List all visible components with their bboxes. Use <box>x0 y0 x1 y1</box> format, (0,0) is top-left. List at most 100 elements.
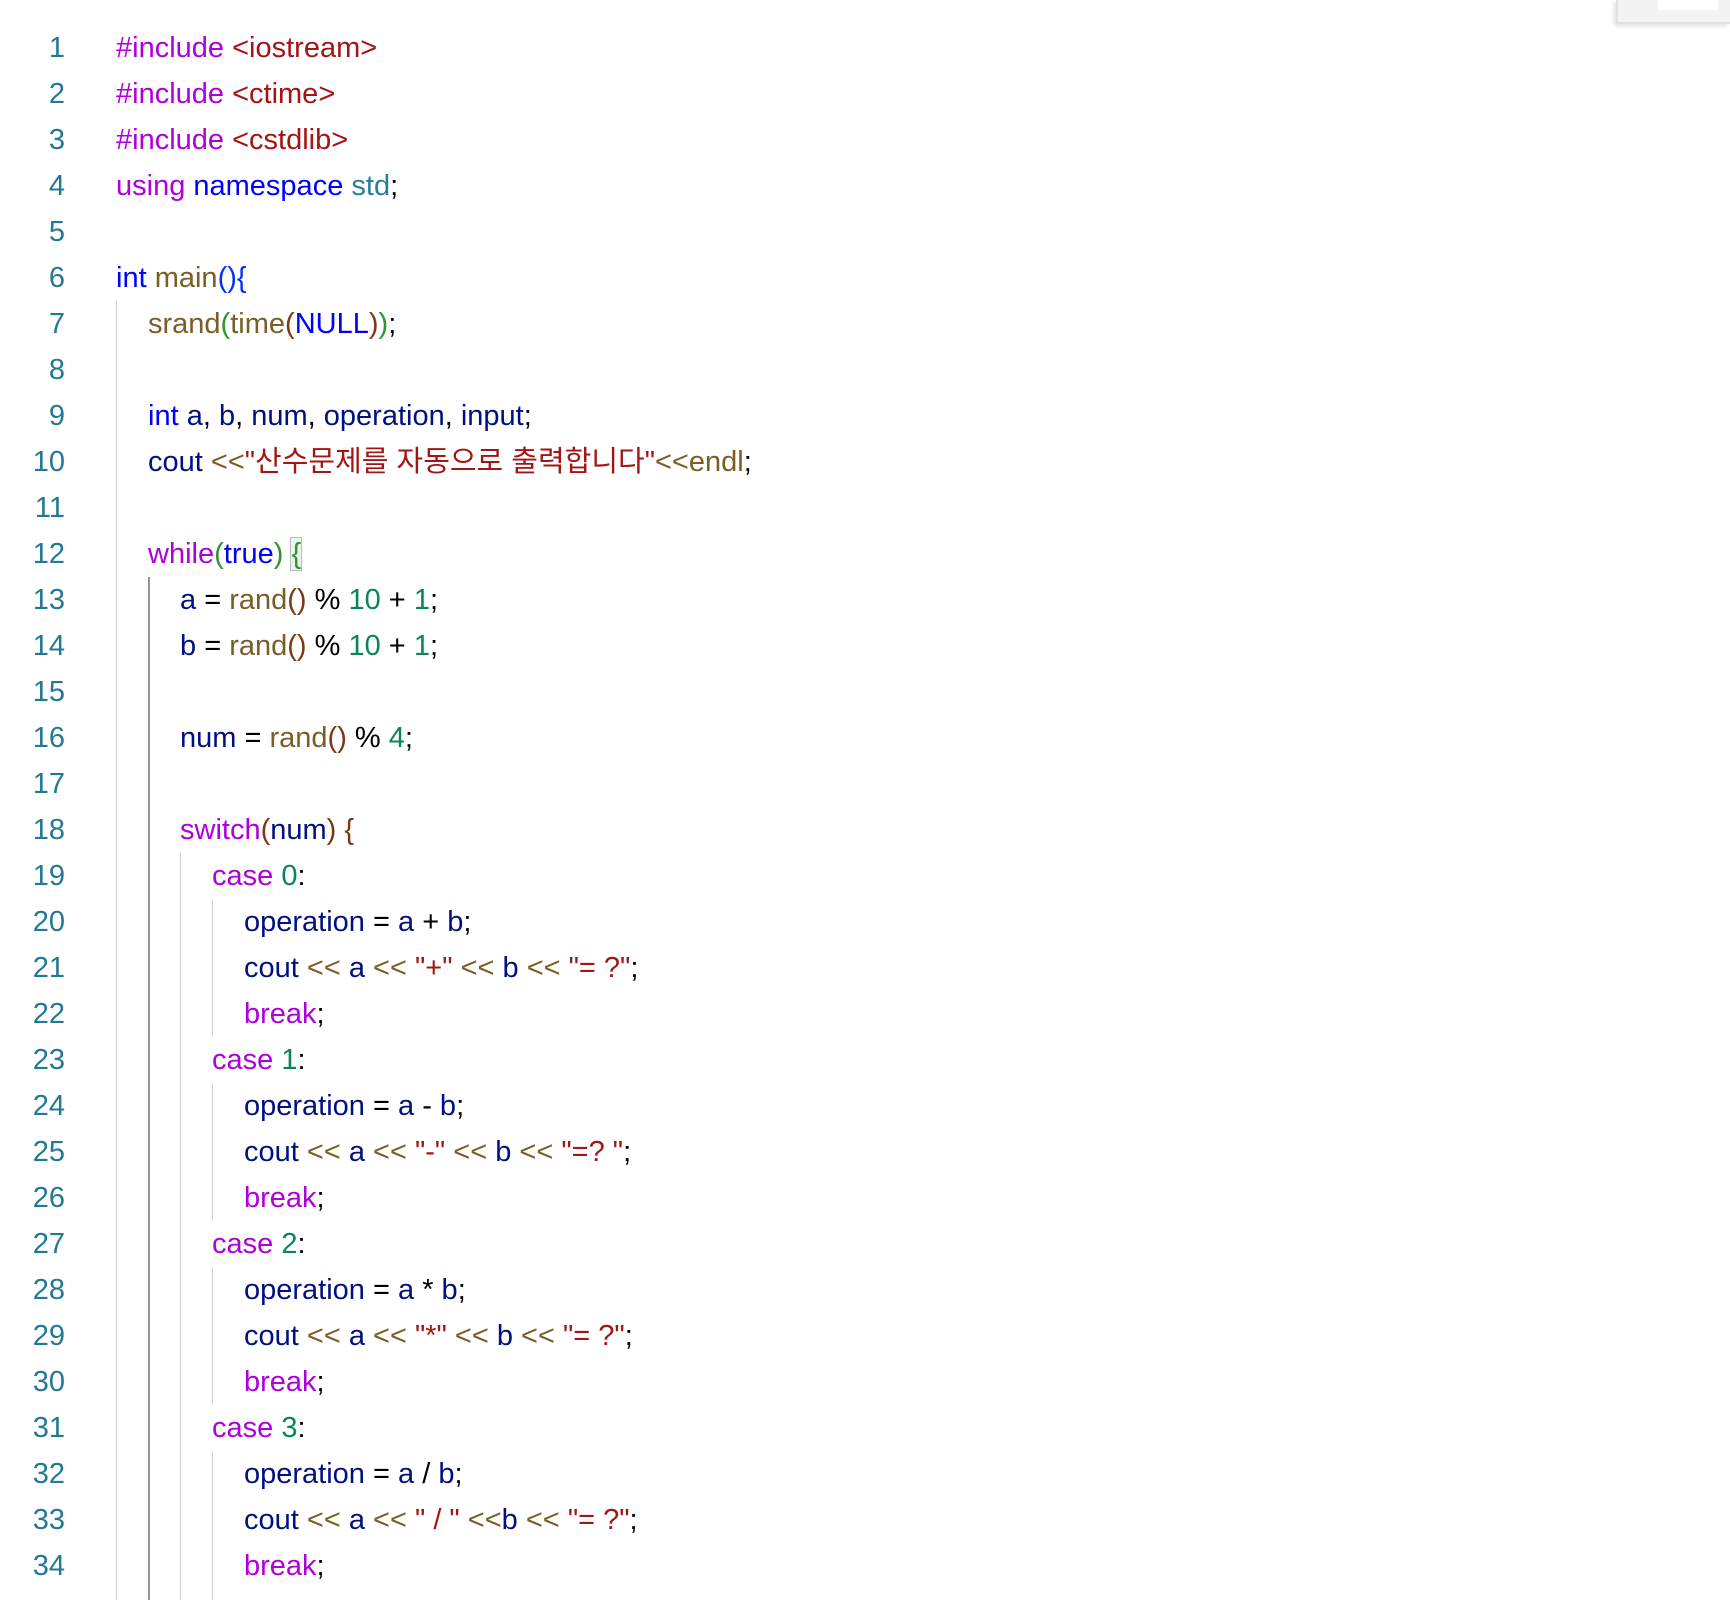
code-line[interactable]: 16 num = rand() % 4; <box>0 715 1730 761</box>
code-token: num <box>180 722 237 754</box>
code-token: cout <box>244 1320 299 1352</box>
code-line[interactable]: 24 operation = a - b; <box>0 1083 1730 1129</box>
line-code: case 0: <box>212 853 306 899</box>
code-line[interactable]: 30 break; <box>0 1359 1730 1405</box>
code-token: a <box>398 1274 415 1306</box>
code-token: endl <box>688 446 744 478</box>
code-token: switch <box>180 814 261 846</box>
line-number: 10 <box>32 446 65 478</box>
code-token: b <box>496 1320 513 1352</box>
code-line[interactable]: 27 case 2: <box>0 1221 1730 1267</box>
code-token: a <box>348 1136 365 1168</box>
code-line[interactable]: 25 cout << a << "-" << b << "=? "; <box>0 1129 1730 1175</box>
code-line[interactable]: 13 a = rand() % 10 + 1; <box>0 577 1730 623</box>
code-token: % <box>306 584 349 616</box>
code-token: << <box>655 446 689 478</box>
code-line[interactable]: 15 <box>0 669 1730 715</box>
code-line[interactable]: 6 int main(){ <box>0 255 1730 301</box>
line-number: 23 <box>32 1044 65 1076</box>
code-token: : <box>297 1228 306 1260</box>
code-line[interactable]: 20 operation = a + b; <box>0 899 1730 945</box>
code-line[interactable]: 26 break; <box>0 1175 1730 1221</box>
code-line[interactable]: 28 operation = a * b; <box>0 1267 1730 1313</box>
line-code: break; <box>244 1175 325 1221</box>
line-number: 14 <box>32 630 65 662</box>
code-token: 0 <box>281 860 298 892</box>
code-token: << <box>526 952 561 984</box>
code-token: ; <box>316 1182 325 1214</box>
code-token: ( <box>220 308 231 340</box>
code-line[interactable]: 11 <box>0 485 1730 531</box>
code-token: ( <box>260 814 271 846</box>
code-line[interactable]: 10 cout <<"산수문제를 자동으로 출력합니다"<<endl; <box>0 439 1730 485</box>
code-line[interactable]: 33 cout << a << " / " <<b << "= ?"; <box>0 1497 1730 1543</box>
code-line[interactable]: 12 while(true) { <box>0 531 1730 577</box>
line-code: b = rand() % 10 + 1; <box>180 623 438 669</box>
code-line[interactable]: 19 case 0: <box>0 853 1730 899</box>
code-token: b <box>180 630 197 662</box>
line-number: 32 <box>32 1458 65 1490</box>
code-token: operation <box>244 1090 365 1122</box>
code-token: , <box>202 400 219 432</box>
code-token: "=? " <box>561 1136 624 1168</box>
line-code: case 1: <box>212 1037 306 1083</box>
code-token: << <box>454 1320 489 1352</box>
code-token: + <box>380 584 414 616</box>
code-line[interactable]: 32 operation = a / b; <box>0 1451 1730 1497</box>
code-token: << <box>521 1320 555 1352</box>
code-token: { <box>344 814 355 846</box>
code-line[interactable]: 5 <box>0 209 1730 255</box>
code-token: : <box>297 860 306 892</box>
code-line[interactable]: 2 #include <ctime> <box>0 71 1730 117</box>
line-number: 16 <box>32 722 65 754</box>
code-token: rand <box>269 722 328 754</box>
code-line[interactable]: 8 <box>0 347 1730 393</box>
code-token: "-" <box>414 1136 446 1168</box>
line-number: 26 <box>32 1182 65 1214</box>
code-token: num <box>270 814 327 846</box>
code-token: = <box>364 1090 398 1122</box>
code-line[interactable]: 9 int a, b, num, operation, input; <box>0 393 1730 439</box>
code-line[interactable]: 22 break; <box>0 991 1730 1037</box>
code-token: case <box>212 860 274 892</box>
code-token: "= ?" <box>568 952 631 984</box>
code-token: using <box>116 170 186 202</box>
code-line[interactable]: 21 cout << a << "+" << b << "= ?"; <box>0 945 1730 991</box>
code-line[interactable]: 7 srand(time(NULL)); <box>0 301 1730 347</box>
line-number: 31 <box>32 1412 65 1444</box>
code-line[interactable]: 1 #include <iostream> <box>0 25 1730 71</box>
code-token: ; <box>743 446 752 478</box>
code-line[interactable]: 17 <box>0 761 1730 807</box>
code-token: * <box>414 1274 442 1306</box>
code-token: << <box>373 1320 407 1352</box>
code-line[interactable]: 3 #include <cstdlib> <box>0 117 1730 163</box>
code-token: "*" <box>414 1320 447 1352</box>
code-line[interactable]: 4 using namespace std; <box>0 163 1730 209</box>
code-token: 10 <box>348 584 381 616</box>
line-number: 25 <box>32 1136 65 1168</box>
line-code: #include <cstdlib> <box>116 117 348 163</box>
code-line[interactable]: 18 switch(num) { <box>0 807 1730 853</box>
code-line[interactable]: 29 cout << a << "*" << b << "= ?"; <box>0 1313 1730 1359</box>
code-token: % <box>306 630 349 662</box>
code-token: b <box>439 1090 457 1122</box>
editor-overlay-widget[interactable] <box>1616 0 1730 24</box>
code-editor[interactable]: 1 #include <iostream> 2 #include <ctime> 3 #i… <box>0 0 1730 1600</box>
code-line[interactable]: 31 case 3: <box>0 1405 1730 1451</box>
code-token: , <box>307 400 324 432</box>
code-token: b <box>447 906 464 938</box>
code-line[interactable]: 34 break; <box>0 1543 1730 1589</box>
code-line[interactable]: 23 case 1: <box>0 1037 1730 1083</box>
line-code: operation = a / b; <box>244 1451 463 1497</box>
line-number: 17 <box>32 768 65 800</box>
code-line[interactable]: 14 b = rand() % 10 + 1; <box>0 623 1730 669</box>
